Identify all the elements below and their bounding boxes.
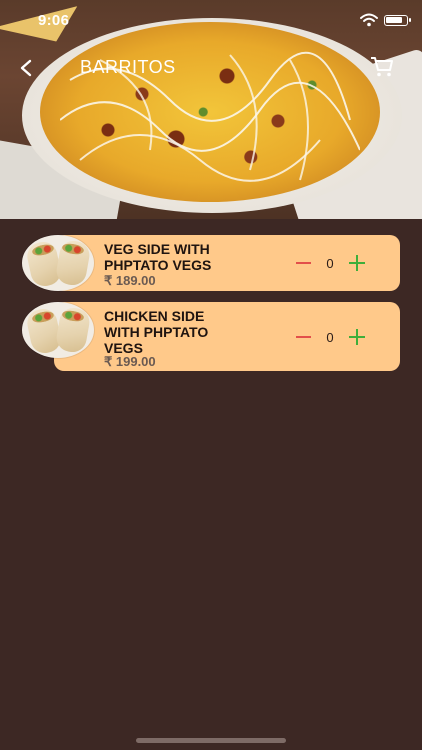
quantity-value: 0 xyxy=(326,255,334,271)
product-card[interactable]: CHICKEN SIDE WITH PHPTATO VEGS ₹ 199.00 … xyxy=(22,302,400,371)
decrease-quantity-button[interactable] xyxy=(294,328,312,346)
status-time: 9:06 xyxy=(38,12,70,29)
back-icon xyxy=(20,59,32,77)
product-card[interactable]: VEG SIDE WITH PHPTATO VEGS ₹ 189.00 0 xyxy=(22,235,400,291)
battery-icon xyxy=(384,14,411,26)
status-icons xyxy=(360,13,411,27)
quantity-value: 0 xyxy=(326,329,334,345)
cart-icon xyxy=(371,57,393,77)
product-price: ₹ 199.00 xyxy=(104,354,156,369)
home-indicator xyxy=(136,738,286,743)
product-price: ₹ 189.00 xyxy=(104,273,156,288)
increase-quantity-button[interactable] xyxy=(348,254,366,272)
quantity-stepper: 0 xyxy=(294,254,366,272)
minus-icon xyxy=(295,336,311,338)
hero-food-image xyxy=(0,0,422,219)
increase-quantity-button[interactable] xyxy=(348,328,366,346)
page-title: BARRITOS xyxy=(80,57,176,77)
product-name: VEG SIDE WITH PHPTATO VEGS xyxy=(104,241,212,273)
minus-icon xyxy=(295,262,311,264)
product-thumbnail xyxy=(22,235,94,291)
cart-button[interactable] xyxy=(370,56,394,78)
wifi-icon xyxy=(360,13,378,27)
quantity-stepper: 0 xyxy=(294,328,366,346)
product-thumbnail xyxy=(22,302,94,358)
product-name: CHICKEN SIDE WITH PHPTATO VEGS xyxy=(104,308,209,356)
back-button[interactable] xyxy=(12,54,40,82)
decrease-quantity-button[interactable] xyxy=(294,254,312,272)
